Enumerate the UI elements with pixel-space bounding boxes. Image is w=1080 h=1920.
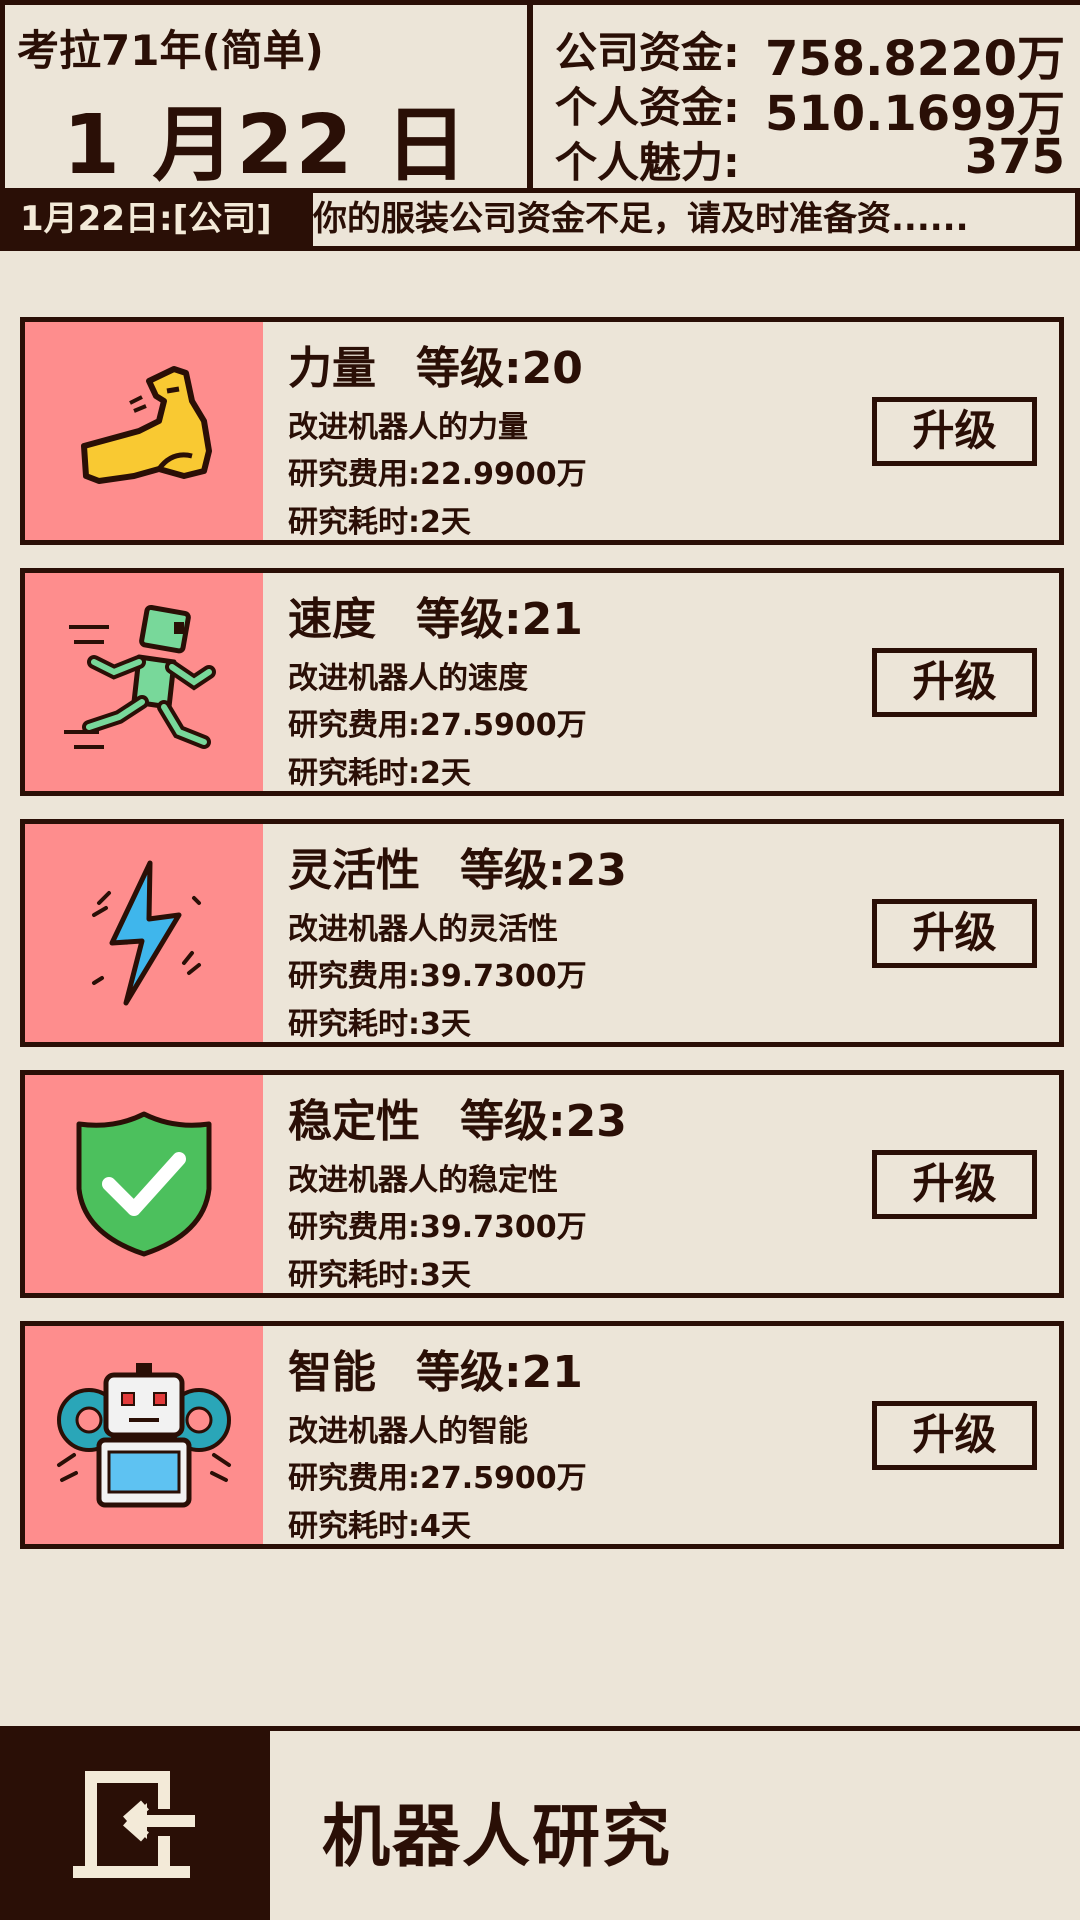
card-icon-pane (25, 573, 263, 791)
ticker-date-tag: 1月22日:[公司] (0, 193, 313, 246)
exit-door-icon (73, 1771, 195, 1878)
upgrade-button[interactable]: 升级 (872, 648, 1037, 717)
research-name: 稳定性 (288, 1096, 420, 1147)
research-description: 改进机器人的稳定性 (288, 1163, 558, 1198)
research-card-strength: 力量 等级:20 改进机器人的力量 研究费用:22.9900万 研究耗时:2天 升… (20, 317, 1064, 545)
funds-panel: 公司资金: 758.8220万 个人资金: 510.1699万 个人魅力: 37… (528, 0, 1080, 193)
upgrade-button[interactable]: 升级 (872, 1150, 1037, 1219)
research-card-stability: 稳定性 等级:23 改进机器人的稳定性 研究费用:39.7300万 研究耗时:3天… (20, 1070, 1064, 1298)
card-icon-pane (25, 824, 263, 1042)
research-title: 稳定性 等级:23 (288, 1085, 627, 1149)
card-icon-pane (25, 322, 263, 540)
current-date: 1 月22 日 (62, 98, 470, 193)
research-name: 智能 (288, 1347, 376, 1398)
research-cost: 研究费用:22.9900万 (288, 457, 587, 492)
robot-gear-icon (57, 1363, 231, 1508)
research-cost: 研究费用:27.5900万 (288, 708, 587, 743)
research-cost: 研究费用:39.7300万 (288, 1210, 587, 1245)
upgrade-button[interactable]: 升级 (872, 899, 1037, 968)
research-duration: 研究耗时:2天 (288, 505, 471, 540)
back-button[interactable] (0, 1731, 270, 1920)
research-card-intelligence: 智能 等级:21 改进机器人的智能 研究费用:27.5900万 研究耗时:4天 升… (20, 1321, 1064, 1549)
research-name: 速度 (288, 594, 376, 645)
research-level: 等级:21 (416, 594, 583, 645)
shield-check-icon (76, 1111, 212, 1257)
research-cost: 研究费用:27.5900万 (288, 1461, 587, 1496)
research-description: 改进机器人的灵活性 (288, 912, 558, 947)
upgrade-button[interactable]: 升级 (872, 1401, 1037, 1470)
date-panel: 考拉71年(简单) 1 月22 日 (0, 0, 532, 193)
company-funds-label: 公司资金: (555, 28, 740, 77)
card-icon-pane (25, 1326, 263, 1544)
research-level: 等级:23 (460, 1096, 627, 1147)
research-description: 改进机器人的力量 (288, 410, 528, 445)
charm-value: 375 (964, 129, 1065, 185)
research-duration: 研究耗时:3天 (288, 1258, 471, 1293)
research-title: 智能 等级:21 (288, 1336, 583, 1400)
research-title: 灵活性 等级:23 (288, 834, 627, 898)
research-title: 速度 等级:21 (288, 583, 583, 647)
charm-row: 个人魅力: 375 (555, 129, 1065, 187)
bottom-bar: 机器人研究 (0, 1726, 1080, 1920)
ticker-message: 你的服装公司资金不足，请及时准备资...... (313, 199, 969, 239)
era-label: 考拉71年(简单) (17, 26, 324, 75)
research-duration: 研究耗时:3天 (288, 1007, 471, 1042)
research-card-agility: 灵活性 等级:23 改进机器人的灵活性 研究费用:39.7300万 研究耗时:3天… (20, 819, 1064, 1047)
research-description: 改进机器人的速度 (288, 661, 528, 696)
upgrade-button[interactable]: 升级 (872, 397, 1037, 466)
research-name: 力量 (288, 343, 376, 394)
research-level: 等级:23 (460, 845, 627, 896)
research-name: 灵活性 (288, 845, 420, 896)
flexed-arm-icon (81, 366, 212, 484)
research-card-speed: 速度 等级:21 改进机器人的速度 研究费用:27.5900万 研究耗时:2天 升… (20, 568, 1064, 796)
research-duration: 研究耗时:2天 (288, 756, 471, 791)
lightning-bolt-icon (92, 860, 201, 1006)
research-level: 等级:20 (416, 343, 583, 394)
research-level: 等级:21 (416, 1347, 583, 1398)
personal-funds-label: 个人资金: (555, 83, 740, 132)
research-cost: 研究费用:39.7300万 (288, 959, 587, 994)
running-robot-icon (64, 604, 216, 749)
charm-label: 个人魅力: (555, 138, 740, 187)
card-icon-pane (25, 1075, 263, 1293)
research-description: 改进机器人的智能 (288, 1414, 528, 1449)
page-title: 机器人研究 (322, 1798, 673, 1877)
company-funds-row: 公司资金: 758.8220万 (555, 19, 1065, 87)
personal-funds-row: 个人资金: 510.1699万 (555, 74, 1065, 142)
research-title: 力量 等级:20 (288, 332, 583, 396)
news-ticker[interactable]: 1月22日:[公司] 你的服装公司资金不足，请及时准备资...... (0, 193, 1080, 251)
research-duration: 研究耗时:4天 (288, 1509, 471, 1544)
